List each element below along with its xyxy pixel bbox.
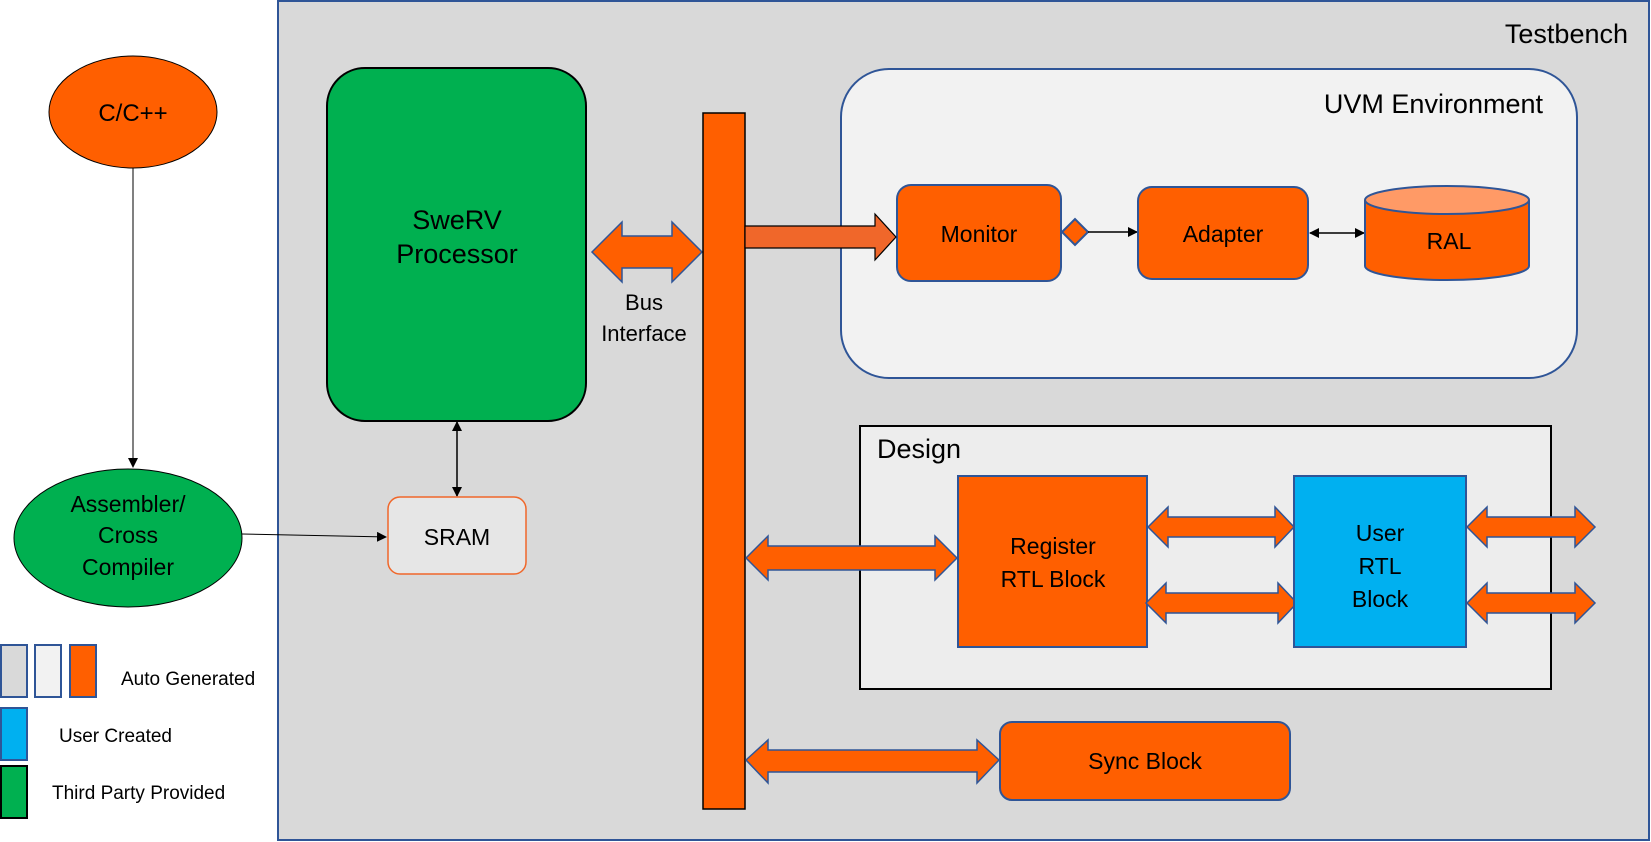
system-bus-bar	[702, 112, 746, 810]
legend-swatch-testbench	[0, 644, 28, 698]
architecture-diagram: Testbench UVM Environment Monitor Adapte…	[0, 0, 1650, 841]
legend: Auto Generated User Created Third Party …	[0, 644, 255, 819]
compiler-label-line3: Compiler	[82, 554, 174, 580]
processor-label-line1: SweRV	[412, 205, 502, 235]
user-rtl-label-line2: RTL	[1358, 553, 1401, 579]
compiler-label-line2: Cross	[98, 522, 158, 548]
register-rtl-block[interactable]	[957, 475, 1148, 648]
user-rtl-label-line3: Block	[1352, 586, 1409, 612]
register-rtl-label-line1: Register	[1010, 533, 1096, 559]
ral-label: RAL	[1427, 228, 1472, 254]
design-title: Design	[877, 434, 961, 464]
legend-user-created: User Created	[59, 726, 172, 747]
legend-auto-generated: Auto Generated	[121, 669, 255, 690]
monitor-label: Monitor	[941, 221, 1018, 247]
legend-third-party: Third Party Provided	[52, 783, 225, 804]
legend-swatch-third-party	[0, 765, 28, 819]
compiler-label-line1: Assembler/	[70, 491, 186, 517]
legend-swatch-uvm	[34, 644, 62, 698]
sync-block-label: Sync Block	[1088, 748, 1202, 774]
legend-swatch-orange	[69, 644, 97, 698]
source-code-label: C/C++	[98, 100, 167, 127]
bus-interface-label-line1: Bus	[625, 290, 663, 315]
processor-label-line2: Processor	[396, 239, 518, 269]
sram-label: SRAM	[424, 524, 490, 550]
testbench-title: Testbench	[1505, 19, 1628, 49]
register-rtl-label-line2: RTL Block	[1001, 566, 1106, 592]
adapter-label: Adapter	[1183, 221, 1264, 247]
bus-interface-label-line2: Interface	[601, 321, 687, 346]
uvm-environment-title: UVM Environment	[1324, 89, 1544, 119]
legend-swatch-user	[0, 707, 28, 761]
user-rtl-label-line1: User	[1356, 520, 1405, 546]
